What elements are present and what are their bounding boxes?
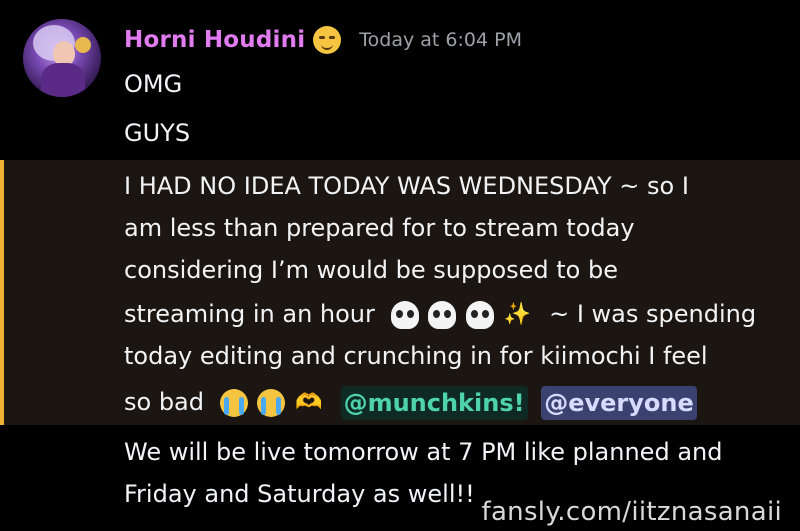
message-line: am less than prepared for to stream toda… [124,214,635,242]
message-text: streaming in an hour [124,300,375,328]
skull-emoji-icon [428,301,457,329]
watermark-text: fansly.com/iitznasanaii [481,497,782,527]
avatar-body [41,63,85,97]
message-line: today editing and crunching in for kiimo… [124,342,708,370]
avatar-accessory [75,37,91,53]
message-timestamp: Today at 6:04 PM [359,29,522,51]
message-line-with-emoji: streaming in an hour ✨ ~ I was spending [124,292,756,336]
sparkles-emoji-icon: ✨ [503,302,532,327]
message-text: ~ I was spending [549,300,757,328]
loudly-crying-emoji-icon [257,389,286,417]
message-line: Friday and Saturday as well!! [124,480,475,508]
role-mention[interactable]: @munchkins! [340,386,528,420]
message-line: considering I’m would be supposed to be [124,256,618,284]
loudly-crying-emoji-icon [219,389,248,417]
skull-emoji-icon [465,301,494,329]
message-line-with-mentions: so bad 🫶 @munchkins! @everyone [124,380,697,424]
message-line: GUYS [124,119,191,147]
message-line: I HAD NO IDEA TODAY WAS WEDNESDAY ~ so I [124,172,689,200]
message-line: OMG [124,70,183,98]
woozy-face-emoji-icon [313,26,342,54]
message-text: so bad [124,388,204,416]
username[interactable]: Horni Houdini [124,27,305,53]
heart-hands-emoji-icon: 🫶 [295,390,323,415]
message-header: Horni Houdini Today at 6:04 PM [124,23,522,57]
skull-emoji-icon [390,301,419,329]
user-avatar[interactable] [23,19,101,97]
everyone-mention[interactable]: @everyone [541,386,697,420]
message-line: We will be live tomorrow at 7 PM like pl… [124,438,723,466]
